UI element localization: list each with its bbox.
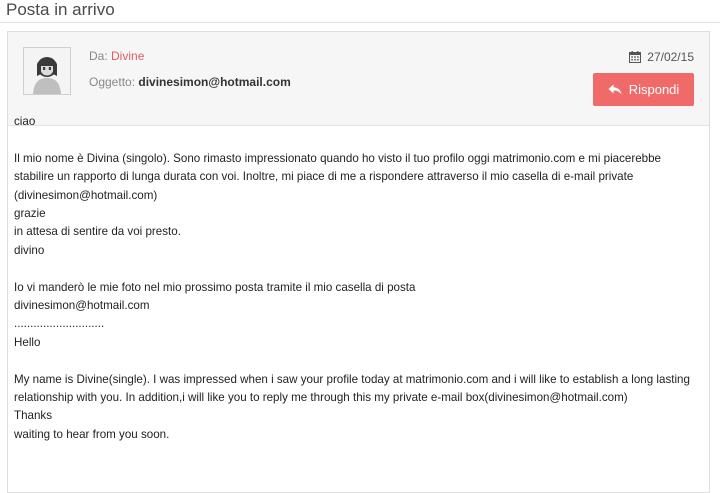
body-line: divinesimon@hotmail.com [14,299,150,313]
sender-name-link[interactable]: Divine [111,49,144,63]
message-date: 27/02/15 [629,50,694,64]
default-avatar-icon [24,48,70,94]
page-title: Posta in arrivo [6,0,115,19]
body-line: Thanks [14,409,53,423]
body-line: in attesa di sentire da voi presto. [14,225,181,239]
body-line: waiting to hear from you soon. [14,427,170,441]
reply-arrow-icon [608,84,622,95]
body-line: My name is Divine(single). I was impress… [14,372,690,386]
title-divider [0,22,720,23]
from-line: Da: Divine [89,49,144,63]
reply-button[interactable]: Rispondi [593,73,694,106]
body-line: ............................ [14,317,105,331]
calendar-icon [629,51,642,63]
date-value: 27/02/15 [647,50,694,64]
body-line: Hello [14,335,41,349]
body-line: (divinesimon@hotmail.com) [14,188,158,202]
subject-label: Oggetto: [89,75,139,89]
body-line: stabilire un rapporto di lunga durata co… [14,170,634,184]
message-body: ciao Il mio nome è Divina (singolo). Son… [14,113,694,444]
avatar[interactable] [23,47,71,95]
body-line: Il mio nome è Divina (singolo). Sono rim… [14,151,661,165]
message-header: Da: Divine Oggetto: divinesimon@hotmail.… [8,32,709,126]
body-line: Io vi manderò le mie foto nel mio prossi… [14,280,416,294]
body-line: divino [14,243,45,257]
body-line: relationship with you. In addition,i wil… [14,391,628,405]
subject-line: Oggetto: divinesimon@hotmail.com [89,75,291,89]
reply-button-label: Rispondi [628,82,680,97]
body-line: grazie [14,207,46,221]
subject-value: divinesimon@hotmail.com [138,75,291,89]
body-line: ciao [14,115,36,128]
from-label: Da: [89,49,112,63]
